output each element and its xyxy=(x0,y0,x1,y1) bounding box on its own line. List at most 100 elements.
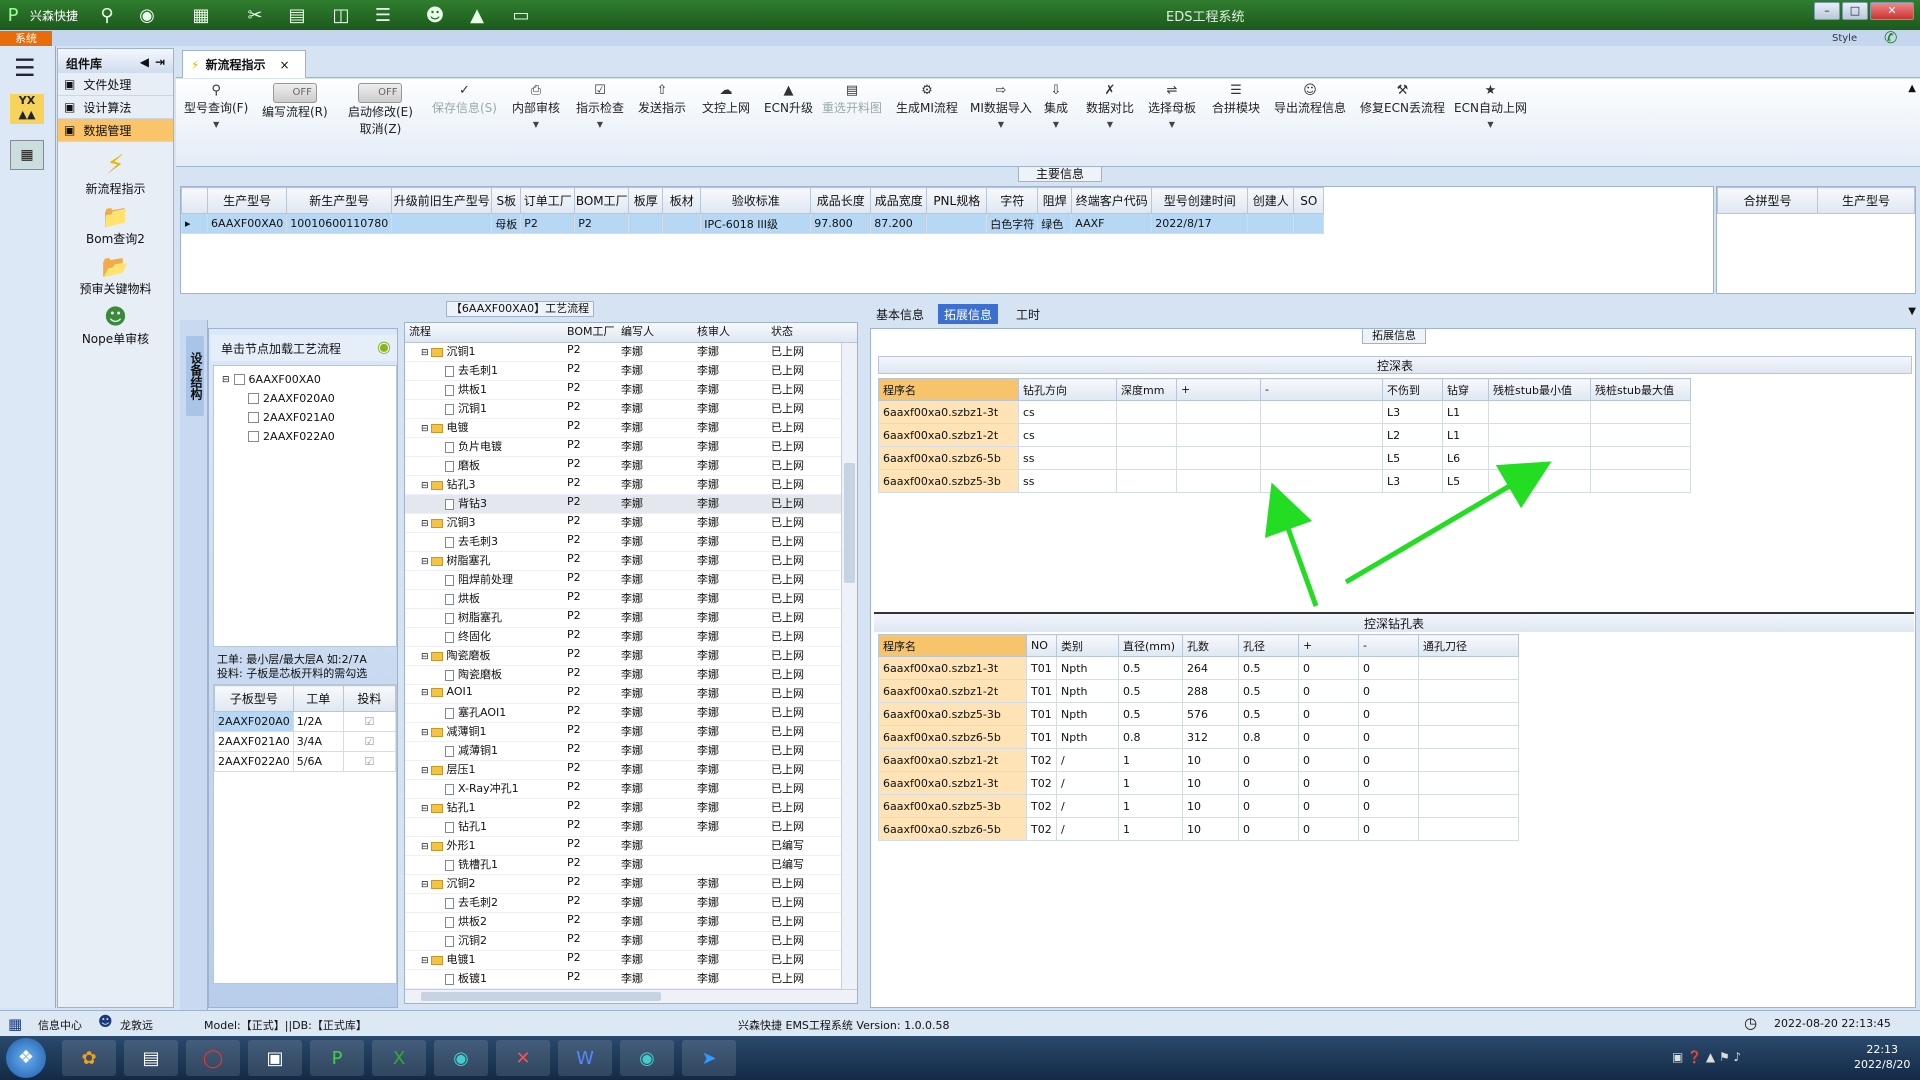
collapse-icon[interactable]: ⊟ xyxy=(421,424,429,434)
flow-row[interactable]: X-Ray冲孔1 P2 李娜 李娜 已上网 xyxy=(405,780,857,799)
checkbox[interactable] xyxy=(248,412,259,423)
column-header[interactable]: S板 xyxy=(491,187,522,214)
taskbar-x-icon[interactable]: ✕ xyxy=(496,1040,550,1076)
table-cell[interactable]: Npth xyxy=(1056,702,1119,726)
table-cell[interactable]: 312 xyxy=(1182,725,1239,749)
flow-row[interactable]: 塞孔AOI1 P2 李娜 李娜 已上网 xyxy=(405,704,857,723)
column-header[interactable]: NO xyxy=(1026,634,1057,657)
checkbox[interactable] xyxy=(248,431,259,442)
table-cell[interactable]: 0 xyxy=(1298,748,1359,772)
flow-row[interactable]: 沉铜2 P2 李娜 李娜 已上网 xyxy=(405,932,857,951)
column-header[interactable]: 状态 xyxy=(767,323,837,342)
table-cell[interactable] xyxy=(1116,446,1177,470)
column-header[interactable]: 生产型号 xyxy=(1817,187,1915,214)
table-cell[interactable]: 0 xyxy=(1358,794,1419,818)
table-row[interactable]: 2AAXF021A0 3/4A ☑ xyxy=(214,731,397,752)
table-cell[interactable] xyxy=(1418,656,1519,680)
flow-row[interactable]: ⊟ 层压1 P2 李娜 李娜 已上网 xyxy=(405,761,857,780)
column-header[interactable]: 订单工厂 xyxy=(520,187,576,214)
collapse-icon[interactable]: ◀ xyxy=(140,55,149,69)
table-row[interactable]: 6aaxf00xa0.szbz5-3b T01 Npth 0.5 576 0.5 0 0 xyxy=(878,702,1519,726)
table-cell[interactable]: 0 xyxy=(1298,656,1359,680)
table-cell[interactable]: 0.5 xyxy=(1118,679,1183,703)
table-cell[interactable]: 1 xyxy=(1118,748,1183,772)
toolbar-save-info[interactable]: ✓ 保存信息(S) xyxy=(432,83,497,116)
toolbar-send-instruction[interactable]: ⇧ 发送指示 xyxy=(638,83,686,116)
table-cell[interactable]: T02 xyxy=(1026,794,1057,818)
table-cell[interactable] xyxy=(1116,400,1177,424)
column-header[interactable]: BOM工厂 xyxy=(561,323,615,342)
pin-icon[interactable]: ⇥ xyxy=(155,55,165,69)
table-cell[interactable] xyxy=(1116,423,1177,447)
table-cell[interactable]: 0 xyxy=(1358,702,1419,726)
table-cell[interactable]: 0 xyxy=(1358,656,1419,680)
column-header[interactable]: 核审人 xyxy=(691,323,767,342)
toggle-switch[interactable]: OFF xyxy=(358,83,403,103)
comp-new-flow[interactable]: ⚡ 新流程指示 xyxy=(58,150,173,197)
table-cell[interactable]: IPC-6018 III级 xyxy=(700,213,812,234)
start-button-icon[interactable]: ❖ xyxy=(6,1038,46,1078)
table-row[interactable]: 6aaxf00xa0.szbz6-5b T01 Npth 0.8 312 0.8 0 0 xyxy=(878,725,1519,749)
column-header[interactable]: 程序名 xyxy=(878,378,1019,401)
flow-row[interactable]: 铣槽孔1 P2 李娜 已编写 xyxy=(405,856,857,875)
table-cell[interactable]: Npth xyxy=(1056,679,1119,703)
comp-bom-query[interactable]: 📁 Bom查询2 xyxy=(58,205,173,247)
column-header[interactable]: 子板型号 xyxy=(214,685,294,712)
table-cell[interactable] xyxy=(1418,702,1519,726)
column-header[interactable]: 类别 xyxy=(1056,634,1119,657)
table-cell[interactable]: 10 xyxy=(1182,748,1239,772)
column-header[interactable]: 孔数 xyxy=(1182,634,1239,657)
table-cell[interactable] xyxy=(1418,817,1519,841)
table-row[interactable]: 6aaxf00xa0.szbz6-5b T02/1 10 0 0 0 xyxy=(878,817,1519,841)
table-cell[interactable]: 2AAXF021A0 xyxy=(214,731,294,752)
film-icon[interactable]: ▤ xyxy=(286,4,308,26)
collapse-icon[interactable]: ⊟ xyxy=(421,652,429,662)
side-tab-structure[interactable]: 设备结构 xyxy=(186,336,204,416)
table-cell[interactable]: Npth xyxy=(1056,656,1119,680)
column-header[interactable]: 合拼型号 xyxy=(1717,187,1818,214)
search-icon[interactable]: ⚲ xyxy=(96,4,118,26)
collapse-icon[interactable]: ⊟ xyxy=(421,481,429,491)
checkbox[interactable] xyxy=(248,393,259,404)
table-cell[interactable] xyxy=(1488,400,1591,424)
column-header[interactable]: 钻穿 xyxy=(1442,378,1489,401)
flow-row[interactable]: 去毛刺1 P2 李娜 李娜 已上网 xyxy=(405,362,857,381)
table-cell[interactable]: 0 xyxy=(1298,794,1359,818)
table-cell[interactable]: 0.5 xyxy=(1118,702,1183,726)
column-header[interactable]: 创建人 xyxy=(1247,187,1295,214)
table-cell[interactable] xyxy=(926,213,988,234)
taskbar-app-icon[interactable]: ◯ xyxy=(186,1040,240,1076)
column-header[interactable]: - xyxy=(1358,634,1419,657)
toolbar-select-mother[interactable]: ⇌ 选择母板 ▼ xyxy=(1148,83,1196,129)
taskbar-excel-icon[interactable]: X xyxy=(372,1040,426,1076)
table-cell[interactable] xyxy=(1260,400,1383,424)
comp-item-file-processing[interactable]: ▣ 文件处理 xyxy=(58,73,173,96)
column-header[interactable]: + xyxy=(1176,378,1261,401)
vertical-scrollbar[interactable] xyxy=(841,343,857,989)
table-cell[interactable]: / xyxy=(1056,794,1119,818)
table-cell[interactable]: 576 xyxy=(1182,702,1239,726)
toolbar-gen-mi[interactable]: ⚙ 生成MI流程 xyxy=(896,83,958,116)
collapse-icon[interactable]: ⊟ xyxy=(421,956,429,966)
flow-row[interactable]: ⊟ 陶瓷磨板 P2 李娜 李娜 已上网 xyxy=(405,647,857,666)
table-cell[interactable] xyxy=(391,213,493,234)
table-row[interactable]: 6aaxf00xa0.szbz1-3t cs L3 L1 xyxy=(878,400,1691,424)
column-header[interactable]: 升级前旧生产型号 xyxy=(391,187,493,214)
column-header[interactable]: 孔径 xyxy=(1238,634,1299,657)
monitor-icon[interactable]: ▭ xyxy=(510,4,532,26)
taskbar-eds-icon[interactable]: P xyxy=(310,1040,364,1076)
flow-row[interactable]: ⊟ 树脂塞孔 P2 李娜 李娜 已上网 xyxy=(405,552,857,571)
table-cell[interactable]: 0 xyxy=(1298,702,1359,726)
column-header[interactable]: 深度mm xyxy=(1116,378,1177,401)
toolbar-data-compare[interactable]: ✗ 数据对比 ▼ xyxy=(1086,83,1134,129)
collapse-icon[interactable]: ⊟ xyxy=(421,766,429,776)
collapse-icon[interactable]: ⊟ xyxy=(421,804,429,814)
collapse-icon[interactable]: ⊟ xyxy=(421,880,429,890)
collapse-icon[interactable]: ⊟ xyxy=(421,519,429,529)
menu-icon[interactable]: ☰ xyxy=(14,54,36,82)
flow-row[interactable]: 磨板 P2 李娜 李娜 已上网 xyxy=(405,457,857,476)
collapse-icon[interactable]: ⊟ xyxy=(421,688,429,698)
collapse-icon[interactable]: ⊟ xyxy=(222,375,230,385)
collapse-icon[interactable]: ⊟ xyxy=(421,842,429,852)
table-cell[interactable]: 0 xyxy=(1298,725,1359,749)
